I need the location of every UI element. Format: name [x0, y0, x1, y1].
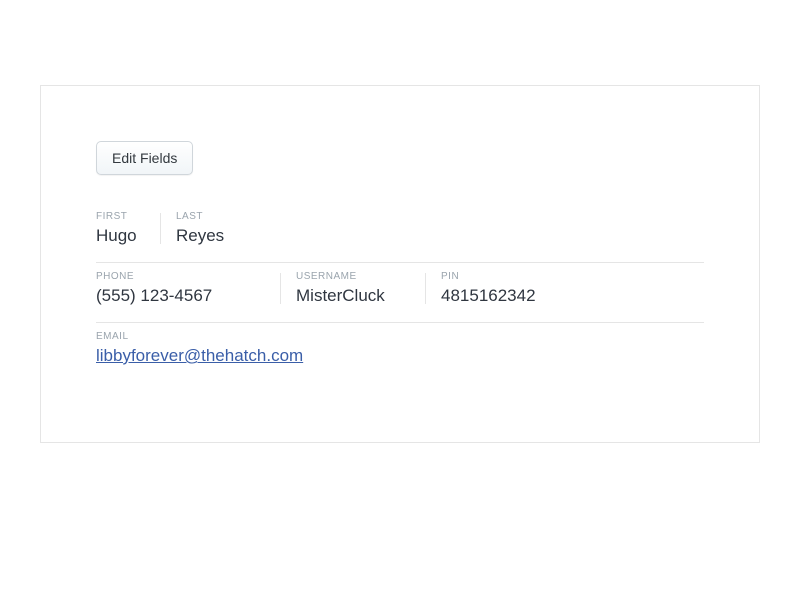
first-name-field: First Hugo: [96, 211, 176, 246]
phone-field: Phone (555) 123-4567: [96, 271, 296, 306]
email-field: Email libbyforever@thehatch.com: [96, 331, 333, 366]
phone-label: Phone: [96, 271, 266, 282]
pin-field: PIN 4815162342: [441, 271, 566, 306]
username-value: MisterCluck: [296, 286, 411, 306]
edit-fields-button[interactable]: Edit Fields: [96, 141, 193, 175]
username-field: Username MisterCluck: [296, 271, 441, 306]
username-label: Username: [296, 271, 411, 282]
first-name-label: First: [96, 211, 146, 222]
last-name-value: Reyes: [176, 226, 224, 246]
last-name-label: Last: [176, 211, 224, 222]
profile-card: Edit Fields First Hugo Last Reyes Phone …: [40, 85, 760, 443]
email-label: Email: [96, 331, 303, 342]
contact-row: Phone (555) 123-4567 Username MisterCluc…: [96, 263, 704, 323]
email-link[interactable]: libbyforever@thehatch.com: [96, 346, 303, 365]
last-name-field: Last Reyes: [176, 211, 254, 246]
email-value: libbyforever@thehatch.com: [96, 346, 303, 366]
email-row: Email libbyforever@thehatch.com: [96, 323, 704, 382]
pin-value: 4815162342: [441, 286, 536, 306]
pin-label: PIN: [441, 271, 536, 282]
first-name-value: Hugo: [96, 226, 146, 246]
name-row: First Hugo Last Reyes: [96, 203, 704, 263]
phone-value: (555) 123-4567: [96, 286, 266, 306]
